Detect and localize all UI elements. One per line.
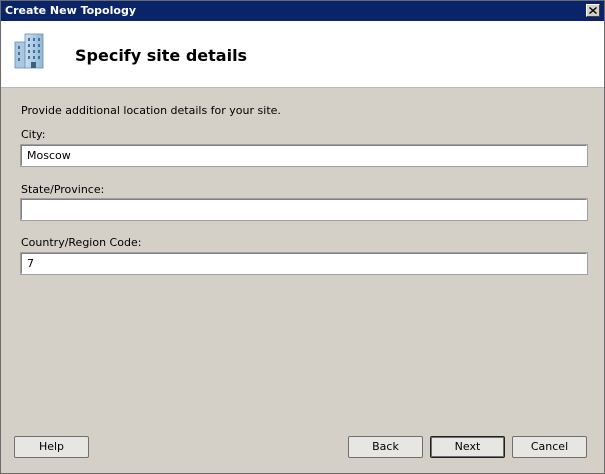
city-label: City:	[21, 128, 46, 141]
country-region-code-label: Country/Region Code:	[21, 236, 142, 249]
back-button[interactable]: Back	[348, 436, 423, 458]
cancel-button[interactable]: Cancel	[512, 436, 587, 458]
close-button[interactable]	[586, 4, 600, 17]
window-title: Create New Topology	[5, 4, 136, 17]
wizard-window: Create New Topology Specify site details…	[0, 0, 605, 474]
instruction-text: Provide additional location details for …	[21, 104, 281, 117]
building-icon	[14, 33, 44, 69]
city-input[interactable]	[20, 144, 588, 167]
next-button[interactable]: Next	[430, 436, 505, 458]
state-province-input[interactable]	[20, 198, 588, 221]
wizard-header: Specify site details	[1, 21, 604, 88]
page-title: Specify site details	[75, 46, 248, 65]
help-button[interactable]: Help	[14, 436, 89, 458]
title-bar[interactable]: Create New Topology	[1, 1, 604, 21]
state-province-label: State/Province:	[21, 183, 105, 196]
country-region-code-input[interactable]	[20, 252, 588, 275]
close-icon	[589, 7, 597, 14]
